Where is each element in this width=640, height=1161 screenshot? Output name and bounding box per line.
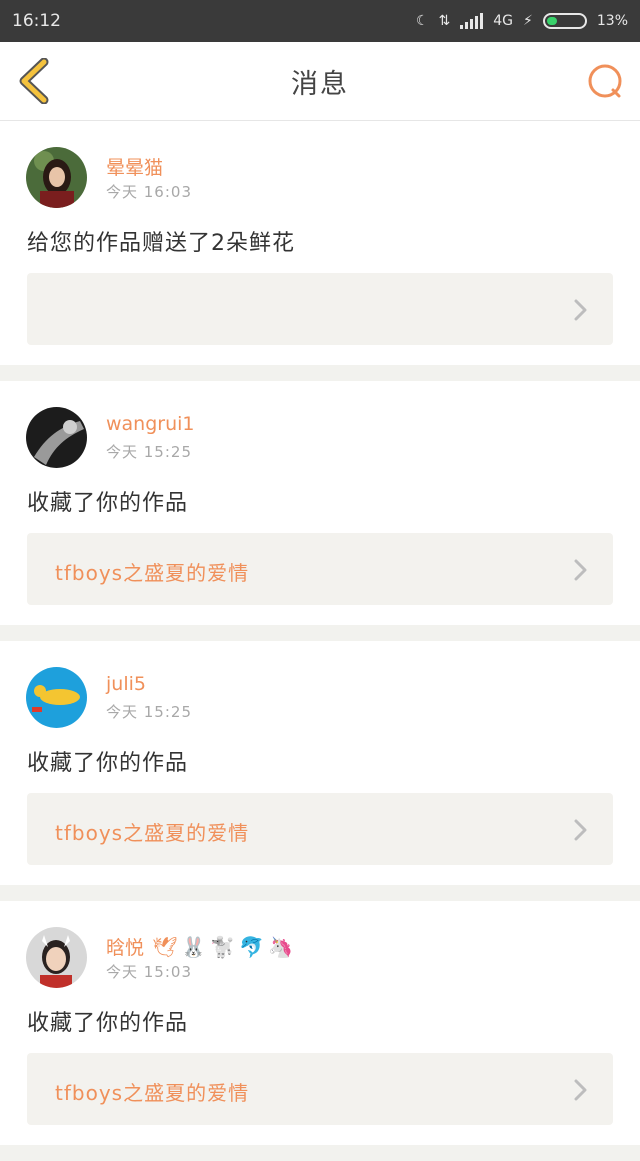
battery-icon [542, 13, 587, 29]
chevron-left-icon[interactable] [18, 58, 52, 104]
message-list: 晕晕猫 今天 16:03 给您的作品赠送了2朵鲜花 wangrui1 今天 15… [0, 121, 640, 1161]
username-link[interactable]: 晕晕猫 [106, 153, 163, 180]
search-icon[interactable] [586, 62, 624, 100]
username-link[interactable]: 晗悦 🕊🐰🐩🐬🦄 [106, 933, 297, 960]
username-link[interactable]: juli5 [106, 673, 146, 695]
status-bar: 16:12 ☾ ⇅ 4G ⚡ 13% [0, 0, 640, 42]
work-link[interactable] [27, 273, 613, 345]
status-icons: ☾ ⇅ 4G ⚡ 13% [416, 13, 628, 29]
work-link[interactable]: tfboys之盛夏的爱情 [27, 793, 613, 865]
header: 消息 [0, 42, 640, 121]
signal-icon [460, 13, 484, 29]
data-transfer-icon: ⇅ [438, 13, 451, 29]
work-title: tfboys之盛夏的爱情 [55, 561, 250, 585]
chevron-right-icon [574, 299, 587, 321]
message-text: 收藏了你的作品 [27, 491, 189, 516]
page-title: 消息 [291, 68, 349, 100]
message-card: 晗悦 🕊🐰🐩🐬🦄 今天 15:03 收藏了你的作品 tfboys之盛夏的爱情 [0, 901, 640, 1145]
work-link[interactable]: tfboys之盛夏的爱情 [27, 533, 613, 605]
username-emojis: 🕊🐰🐩🐬🦄 [152, 935, 298, 959]
username: 晕晕猫 [106, 157, 164, 179]
message-text: 收藏了你的作品 [27, 1011, 189, 1036]
username-link[interactable]: wangrui1 [106, 413, 195, 435]
charging-icon: ⚡ [523, 13, 533, 29]
username: wangrui1 [106, 413, 195, 435]
moon-icon: ☾ [415, 13, 429, 29]
message-card: juli5 今天 15:25 收藏了你的作品 tfboys之盛夏的爱情 [0, 641, 640, 885]
chevron-right-icon [574, 559, 587, 581]
work-link[interactable]: tfboys之盛夏的爱情 [27, 1053, 613, 1125]
chevron-right-icon [574, 1079, 587, 1101]
avatar[interactable] [26, 147, 87, 208]
avatar[interactable] [26, 667, 87, 728]
battery-level: 13% [596, 13, 628, 29]
work-title: tfboys之盛夏的爱情 [55, 821, 250, 845]
message-time: 今天 15:03 [106, 963, 192, 981]
message-time: 今天 16:03 [106, 183, 192, 201]
message-card: wangrui1 今天 15:25 收藏了你的作品 tfboys之盛夏的爱情 [0, 381, 640, 625]
username: 晗悦 [106, 937, 145, 959]
message-card: 晕晕猫 今天 16:03 给您的作品赠送了2朵鲜花 [0, 121, 640, 365]
message-time: 今天 15:25 [106, 703, 192, 721]
chevron-right-icon [574, 819, 587, 841]
username: juli5 [106, 673, 146, 695]
status-time: 16:12 [12, 11, 61, 31]
work-title: tfboys之盛夏的爱情 [55, 1081, 250, 1105]
avatar[interactable] [26, 927, 87, 988]
message-text: 收藏了你的作品 [27, 751, 189, 776]
avatar[interactable] [26, 407, 87, 468]
network-type: 4G [493, 13, 514, 29]
message-time: 今天 15:25 [106, 443, 192, 461]
message-text: 给您的作品赠送了2朵鲜花 [27, 231, 295, 256]
